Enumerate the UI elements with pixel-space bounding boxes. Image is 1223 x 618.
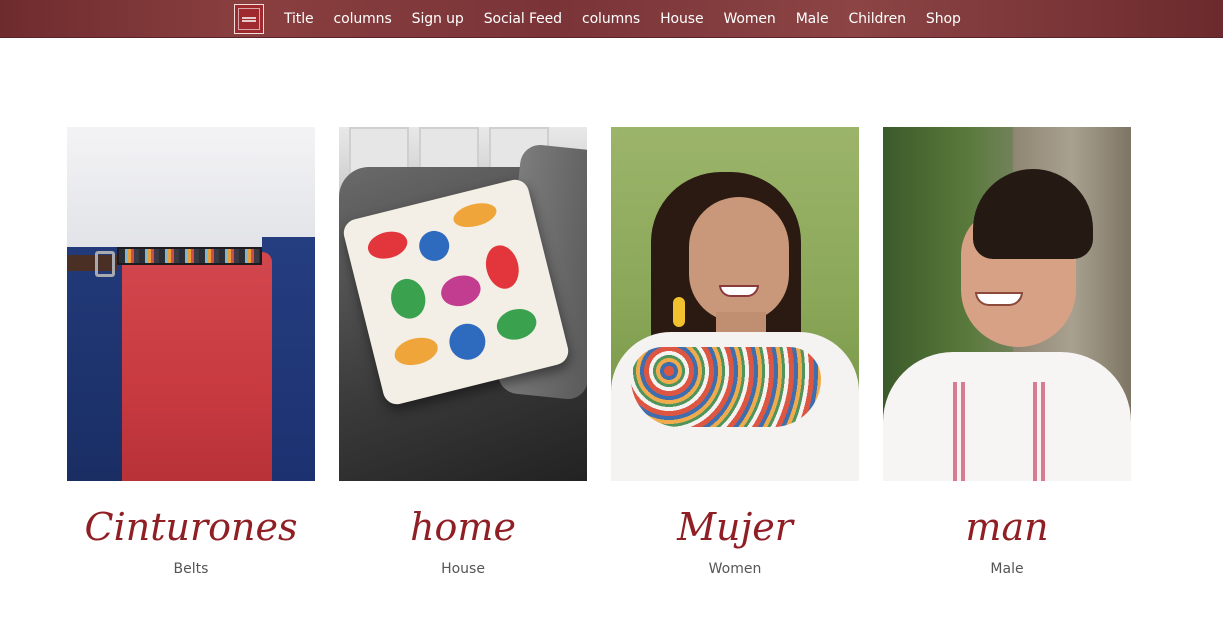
card-title[interactable]: Mujer (611, 503, 859, 551)
category-card-women[interactable]: Mujer Women (611, 127, 859, 577)
category-card-man[interactable]: man Male (883, 127, 1131, 577)
man-photo[interactable] (883, 127, 1131, 481)
nav-item-children[interactable]: Children (848, 11, 906, 27)
nav-item-male[interactable]: Male (796, 11, 829, 27)
nav-item-shop[interactable]: Shop (926, 11, 961, 27)
nav-item-sign-up[interactable]: Sign up (412, 11, 464, 27)
nav-item-social-feed[interactable]: Social Feed (484, 11, 562, 27)
category-cards: Cinturones Belts home House Mujer Women … (67, 127, 1131, 597)
nav-item-title[interactable]: Title (284, 11, 314, 27)
belts-photo[interactable] (67, 127, 315, 481)
category-card-belts[interactable]: Cinturones Belts (67, 127, 315, 577)
card-title[interactable]: Cinturones (67, 503, 315, 551)
card-subtitle[interactable]: Male (883, 561, 1131, 577)
nav-item-columns[interactable]: columns (334, 11, 392, 27)
card-subtitle[interactable]: Women (611, 561, 859, 577)
card-title[interactable]: man (883, 503, 1131, 551)
top-navbar: Title columns Sign up Social Feed column… (0, 0, 1223, 38)
brand-logo-icon[interactable] (234, 4, 264, 34)
embroidered-pillow-photo[interactable] (339, 127, 587, 481)
woman-photo[interactable] (611, 127, 859, 481)
card-subtitle[interactable]: House (339, 561, 587, 577)
card-subtitle[interactable]: Belts (67, 561, 315, 577)
category-card-home[interactable]: home House (339, 127, 587, 577)
nav-item-columns-2[interactable]: columns (582, 11, 640, 27)
card-title[interactable]: home (339, 503, 587, 551)
nav-item-women[interactable]: Women (723, 11, 775, 27)
nav-item-house[interactable]: House (660, 11, 703, 27)
nav-menu: Title columns Sign up Social Feed column… (284, 0, 981, 38)
